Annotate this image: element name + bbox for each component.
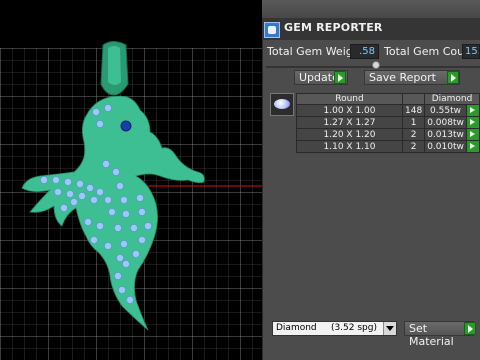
- material-select[interactable]: Diamond (3.52 spg): [272, 321, 397, 336]
- save-report-label: Save Report: [369, 71, 436, 84]
- gem-count: 2: [401, 140, 426, 153]
- go-arrow-icon[interactable]: [447, 71, 459, 84]
- gem-weight: 0.010tw: [424, 140, 467, 153]
- material-select-value: Diamond (3.52 spg): [276, 323, 377, 333]
- dropdown-arrow-icon[interactable]: [383, 322, 396, 335]
- row-go-button[interactable]: [465, 116, 480, 129]
- table-row[interactable]: 1.27 X 1.27 1 0.008tw: [296, 116, 480, 129]
- go-arrow-icon[interactable]: [466, 129, 479, 140]
- header-round: Round: [296, 93, 403, 105]
- header-count-empty: [401, 93, 426, 105]
- go-arrow-icon[interactable]: [464, 322, 476, 335]
- viewport[interactable]: [0, 0, 262, 360]
- save-report-button[interactable]: Save Report: [364, 70, 460, 85]
- pendant-render: [0, 41, 262, 360]
- gem-weight: 0.013tw: [424, 128, 467, 141]
- row-go-button[interactable]: [465, 140, 480, 153]
- table-row[interactable]: 1.10 X 1.10 2 0.010tw: [296, 140, 480, 153]
- gem-size: 1.27 X 1.27: [296, 116, 403, 129]
- table-header-row: Round Diamond: [296, 93, 480, 105]
- table-row[interactable]: 1.00 X 1.00 148 0.55tw: [296, 104, 480, 117]
- gem-weight: 0.55tw: [424, 104, 467, 117]
- gem-size: 1.20 X 1.20: [296, 128, 403, 141]
- total-gem-weight-value: .58: [350, 44, 379, 59]
- gem-count: 2: [401, 128, 426, 141]
- gem-count: 148: [401, 104, 426, 117]
- table-row[interactable]: 1.20 X 1.20 2 0.013tw: [296, 128, 480, 141]
- stone-icon[interactable]: [270, 93, 294, 116]
- go-arrow-icon[interactable]: [466, 117, 479, 128]
- gem-size: 1.10 X 1.10: [296, 140, 403, 153]
- gem-weight: 0.008tw: [424, 116, 467, 129]
- total-gem-count-value: 153: [462, 44, 480, 59]
- title-strip: [262, 0, 480, 18]
- go-arrow-icon[interactable]: [466, 141, 479, 152]
- slider-handle[interactable]: [372, 61, 380, 69]
- set-material-label: Set Material: [409, 322, 454, 348]
- gem-count: 1: [401, 116, 426, 129]
- row-go-button[interactable]: [465, 104, 480, 117]
- app-icon: [264, 22, 280, 38]
- gem-table: Round Diamond 1.00 X 1.00 148 0.55tw 1.2…: [296, 93, 480, 153]
- header-diamond: Diamond: [424, 93, 480, 105]
- gem-size: 1.00 X 1.00: [296, 104, 403, 117]
- panel-title: GEM REPORTER: [284, 21, 383, 34]
- go-arrow-icon[interactable]: [466, 105, 479, 116]
- row-go-button[interactable]: [465, 128, 480, 141]
- update-label: Update: [299, 71, 339, 84]
- go-arrow-icon[interactable]: [334, 71, 346, 84]
